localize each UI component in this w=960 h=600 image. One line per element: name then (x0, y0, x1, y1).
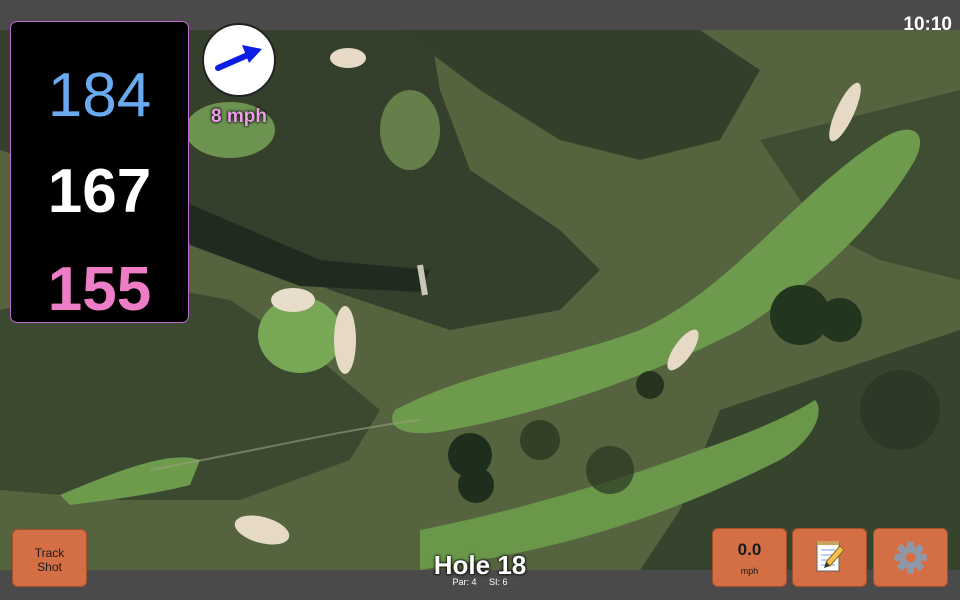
track-shot-label-line2: Shot (37, 560, 62, 574)
notepad-pencil-icon (816, 541, 845, 572)
gear-icon (894, 541, 927, 574)
hole-stroke-index: SI: 6 (489, 577, 508, 587)
speed-unit: mph (740, 566, 759, 576)
track-shot-label-line1: Track (34, 546, 65, 560)
speed-value: 0.0 (737, 540, 762, 559)
hole-par: Par: 4 (452, 577, 477, 587)
middle-yardage: 167 (47, 157, 152, 226)
hole-info: Par: 4 SI: 6 (380, 577, 580, 587)
wind-speed: 8 mph (211, 106, 267, 127)
front-yardage: 155 (47, 255, 152, 324)
speed-button[interactable]: 0.0 mph (712, 528, 787, 587)
back-yardage: 184 (47, 61, 152, 130)
wind-arrow-icon (215, 45, 262, 71)
yardage-panel: 184 167 155 (11, 22, 188, 322)
wind-indicator (202, 23, 276, 97)
track-shot-button[interactable]: Track Shot (12, 529, 87, 587)
settings-button[interactable] (873, 528, 948, 587)
notes-button[interactable] (792, 528, 867, 587)
